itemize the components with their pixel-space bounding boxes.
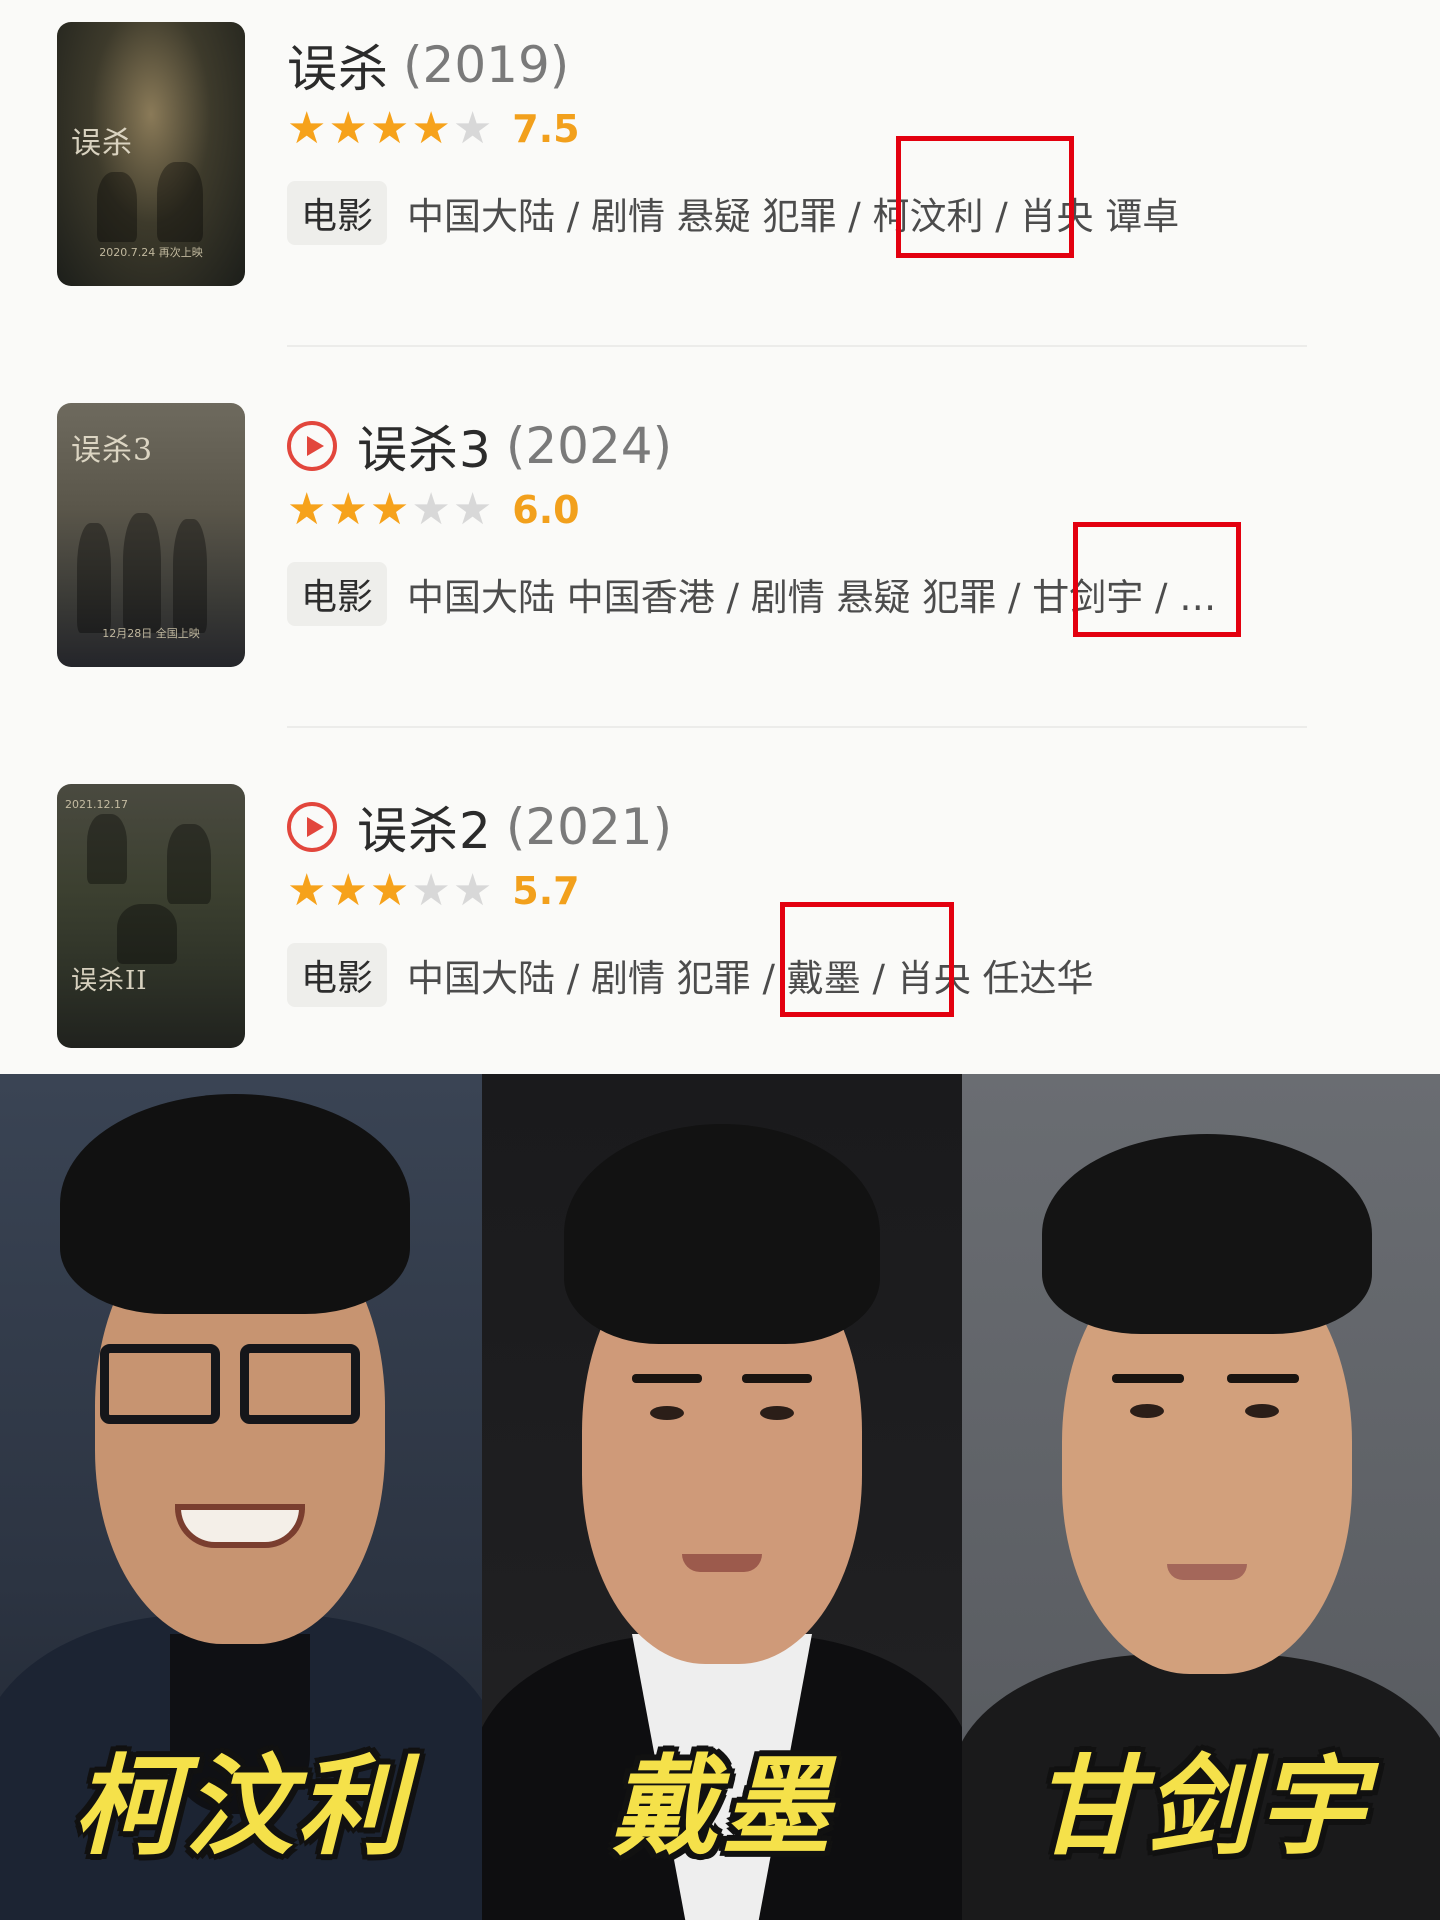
poster-figure	[87, 814, 127, 884]
movie-title-row: 误杀2 (2021)	[287, 792, 672, 862]
mouth	[682, 1554, 762, 1572]
movie-poster[interactable]: 误杀3 12月28日 全国上映	[57, 403, 245, 667]
poster-figure	[117, 904, 177, 964]
star-icon: ★	[287, 103, 327, 154]
movie-result-item[interactable]: 误杀 2020.7.24 再次上映 误杀 (2019) ★ ★ ★ ★ ★ 7.…	[0, 22, 1440, 292]
star-icon: ★	[411, 865, 451, 916]
movie-title[interactable]: 误杀3	[357, 410, 492, 482]
movie-meta: 中国大陆 / 剧情 悬疑 犯罪 / 柯汶利 / 肖央 谭卓	[407, 195, 1180, 238]
rating-row: ★ ★ ★ ★ ★ 6.0	[287, 485, 580, 535]
star-icon: ★	[328, 865, 368, 916]
star-icon: ★	[452, 865, 493, 916]
divider	[287, 726, 1307, 728]
movie-year: (2024)	[505, 417, 673, 475]
movie-meta: 中国大陆 中国香港 / 剧情 悬疑 犯罪 / 甘剑宇 / …	[407, 576, 1217, 619]
movie-year: (2021)	[505, 798, 673, 856]
director-photos: 柯汶利 戴墨 甘剑宇	[0, 1074, 1440, 1920]
poster-title: 误杀II	[71, 966, 148, 996]
director-portrait: 柯汶利	[0, 1074, 482, 1920]
movie-info-row: 电影 中国大陆 / 剧情 犯罪 / 戴墨 / 肖央 任达华	[287, 943, 1094, 1007]
poster-caption: 2021.12.17	[65, 798, 128, 811]
hair	[564, 1124, 880, 1344]
play-icon[interactable]	[287, 421, 337, 471]
movie-result-item[interactable]: 误杀II 2021.12.17 误杀2 (2021) ★ ★ ★ ★ ★ 5.7…	[0, 784, 1440, 1054]
eyebrow	[742, 1374, 812, 1383]
movie-title[interactable]: 误杀	[287, 29, 389, 101]
movie-info-row: 电影 中国大陆 / 剧情 悬疑 犯罪 / 柯汶利 / 肖央 谭卓	[287, 181, 1180, 245]
director-portrait: 甘剑宇	[962, 1074, 1440, 1920]
star-icon: ★	[328, 103, 368, 154]
poster-figure	[77, 523, 111, 633]
rating-row: ★ ★ ★ ★ ★ 7.5	[287, 104, 580, 154]
star-icon: ★	[369, 865, 410, 916]
smile	[175, 1504, 305, 1548]
movie-info-row: 电影 中国大陆 中国香港 / 剧情 悬疑 犯罪 / 甘剑宇 / …	[287, 562, 1217, 626]
hair	[1042, 1134, 1372, 1334]
movie-poster[interactable]: 误杀II 2021.12.17	[57, 784, 245, 1048]
poster-figure	[97, 172, 137, 242]
poster-title: 误杀3	[71, 433, 154, 468]
eye	[760, 1406, 794, 1420]
star-icon: ★	[411, 103, 451, 154]
glasses-icon	[240, 1344, 360, 1424]
director-name-caption: 戴墨	[609, 1745, 834, 1870]
poster-caption: 12月28日 全国上映	[102, 627, 200, 640]
poster-caption: 2020.7.24 再次上映	[99, 246, 203, 259]
poster-figure	[123, 513, 161, 633]
star-icon: ★	[328, 484, 368, 535]
eyebrow	[1112, 1374, 1184, 1383]
director-name-caption: 甘剑宇	[1032, 1745, 1369, 1870]
movie-title-row: 误杀 (2019)	[287, 30, 569, 100]
movie-result-item[interactable]: 误杀3 12月28日 全国上映 误杀3 (2024) ★ ★ ★ ★ ★ 6.0…	[0, 403, 1440, 673]
type-tag: 电影	[287, 943, 388, 1007]
movie-meta: 中国大陆 / 剧情 犯罪 / 戴墨 / 肖央 任达华	[407, 957, 1094, 1000]
poster-figure	[167, 824, 211, 904]
rating-score: 5.7	[512, 869, 580, 913]
star-icon: ★	[287, 865, 327, 916]
star-icon: ★	[369, 103, 410, 154]
director-portrait: 戴墨	[482, 1074, 962, 1920]
glasses-icon	[100, 1344, 220, 1424]
star-icon: ★	[452, 484, 493, 535]
rating-score: 6.0	[512, 488, 580, 532]
star-icon: ★	[287, 484, 327, 535]
movie-title[interactable]: 误杀2	[357, 791, 492, 863]
movie-search-results: 误杀 2020.7.24 再次上映 误杀 (2019) ★ ★ ★ ★ ★ 7.…	[0, 0, 1440, 1074]
eye	[1245, 1404, 1279, 1418]
divider	[287, 345, 1307, 347]
eyebrow	[632, 1374, 702, 1383]
poster-figure	[157, 162, 203, 242]
mouth	[1167, 1564, 1247, 1580]
movie-title-row: 误杀3 (2024)	[287, 411, 672, 481]
poster-title: 误杀	[71, 126, 133, 161]
director-name-caption: 柯汶利	[72, 1745, 409, 1870]
star-icon: ★	[411, 484, 451, 535]
star-icon: ★	[369, 484, 410, 535]
star-icon: ★	[452, 103, 493, 154]
type-tag: 电影	[287, 181, 388, 245]
movie-poster[interactable]: 误杀 2020.7.24 再次上映	[57, 22, 245, 286]
eye	[650, 1406, 684, 1420]
play-icon[interactable]	[287, 802, 337, 852]
rating-row: ★ ★ ★ ★ ★ 5.7	[287, 866, 580, 916]
eye	[1130, 1404, 1164, 1418]
rating-score: 7.5	[512, 107, 580, 151]
type-tag: 电影	[287, 562, 388, 626]
eyebrow	[1227, 1374, 1299, 1383]
hair	[60, 1094, 410, 1314]
poster-figure	[173, 519, 207, 633]
movie-year: (2019)	[403, 36, 570, 94]
